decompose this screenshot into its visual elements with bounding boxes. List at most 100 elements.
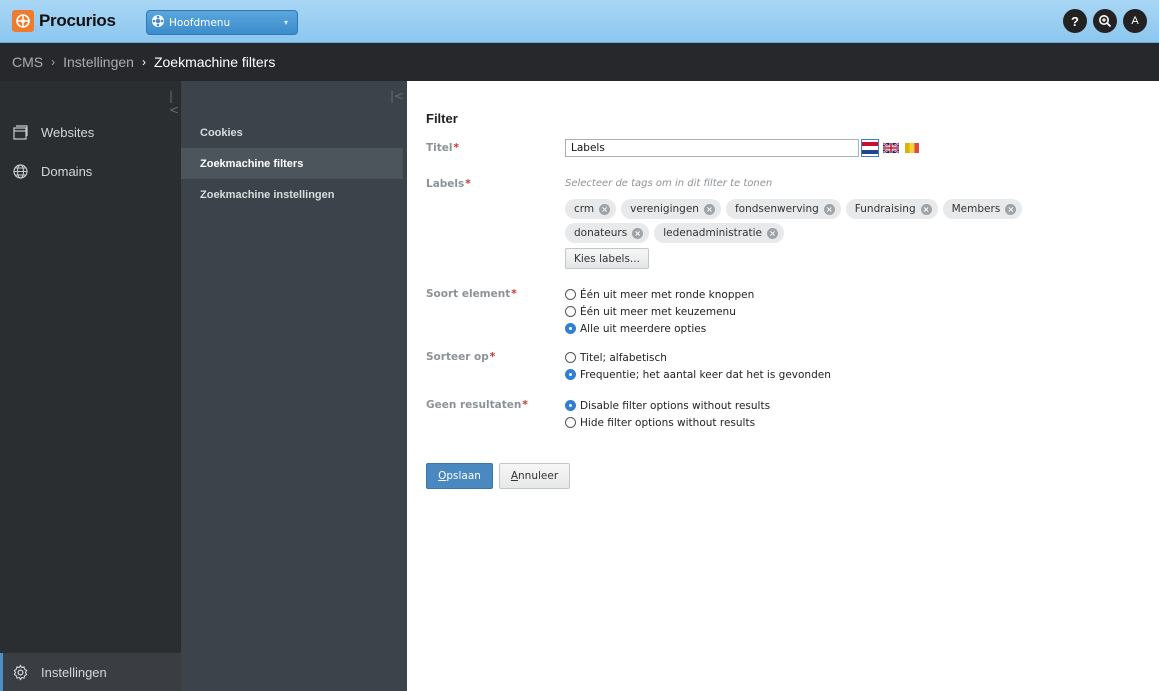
remove-tag-icon[interactable]: × — [823, 203, 835, 215]
avatar-letter: A — [1131, 15, 1139, 27]
section-title: Filter — [426, 111, 458, 126]
radio-unchecked[interactable] — [565, 306, 576, 317]
subnav-item-label: Zoekmachine filters — [200, 157, 304, 170]
field-label-text: Sorteer op — [426, 351, 489, 363]
radio-checked[interactable] — [565, 323, 576, 334]
geen-resultaten-options: Disable filter options without results H… — [565, 399, 770, 429]
tag: Members × — [942, 199, 1023, 219]
breadcrumb-separator: › — [141, 55, 146, 69]
subnav-item-label: Cookies — [200, 126, 243, 139]
subnav-item-cookies[interactable]: Cookies — [181, 117, 403, 148]
labels-tag-list: crm × verenigingen × fondsenwerving × Fundr… — [565, 199, 1105, 243]
remove-tag-icon[interactable]: × — [703, 203, 715, 215]
gear-icon — [11, 663, 29, 681]
save-label: pslaan — [446, 470, 481, 482]
dutch-flag-icon[interactable] — [861, 139, 879, 157]
collapse-subnav-icon[interactable]: |< — [390, 89, 404, 103]
uk-flag-icon[interactable] — [882, 140, 900, 156]
tag: fondsenwerving × — [725, 199, 841, 219]
save-accesskey: O — [438, 470, 447, 482]
main-content: Filter Titel* Labels* Selecteer de tags … — [407, 81, 1159, 691]
tag-label: Fundraising — [854, 203, 916, 215]
no-results-option-hide[interactable]: Hide filter options without results — [565, 416, 770, 429]
cancel-label: nnuleer — [518, 470, 559, 482]
field-label-text: Labels — [426, 178, 465, 190]
required-mark: * — [465, 178, 471, 190]
tag-label: ledenadministratie — [663, 227, 763, 239]
labels-label: Labels* — [426, 178, 471, 190]
brand-logo[interactable]: Procurios — [12, 9, 116, 33]
sidebar-item-label: Domains — [41, 163, 93, 179]
search-icon — [1099, 15, 1112, 28]
window-icon — [11, 123, 29, 141]
settings-subnav: |< Cookies Zoekmachine filters Zoekmachi… — [181, 81, 407, 691]
required-mark: * — [522, 399, 528, 411]
belgian-flag-icon[interactable] — [904, 140, 920, 156]
sort-option-frequency[interactable]: Frequentie; het aantal keer dat het is g… — [565, 368, 831, 381]
radio-unchecked[interactable] — [565, 289, 576, 300]
tag: crm × — [565, 199, 617, 219]
save-button[interactable]: Opslaan — [426, 463, 493, 489]
radio-unchecked[interactable] — [565, 417, 576, 428]
soort-option-dropdown[interactable]: Één uit meer met keuzemenu — [565, 305, 754, 318]
soort-option-multiple[interactable]: Alle uit meerdere opties — [565, 322, 754, 335]
required-mark: * — [453, 142, 460, 154]
question-icon: ? — [1071, 13, 1079, 29]
titel-input[interactable] — [565, 139, 859, 157]
radio-checked[interactable] — [565, 400, 576, 411]
remove-tag-icon[interactable]: × — [1005, 203, 1017, 215]
procurios-logo-icon — [12, 10, 34, 32]
soort-option-radio-buttons[interactable]: Één uit meer met ronde knoppen — [565, 288, 754, 301]
menu-wheel-icon — [151, 14, 165, 31]
subnav-item-zoekmachine-instellingen[interactable]: Zoekmachine instellingen — [181, 179, 403, 210]
breadcrumb-current: Zoekmachine filters — [153, 54, 276, 70]
remove-tag-icon[interactable]: × — [920, 203, 932, 215]
sidebar-item-websites[interactable]: Websites — [0, 113, 181, 151]
subnav-item-zoekmachine-filters[interactable]: Zoekmachine filters — [181, 148, 403, 179]
no-results-option-disable[interactable]: Disable filter options without results — [565, 399, 770, 412]
tag-label: fondsenwerving — [734, 203, 819, 215]
main-menu-select[interactable]: Hoofdmenu ▾ — [146, 10, 298, 35]
remove-tag-icon[interactable]: × — [599, 203, 611, 215]
chevron-down-icon: ▾ — [283, 17, 288, 27]
radio-label: Hide filter options without results — [580, 416, 756, 429]
sidebar-item-domains[interactable]: Domains — [0, 152, 181, 190]
remove-tag-icon[interactable]: × — [767, 227, 779, 239]
tag-label: Members — [951, 203, 1001, 215]
radio-checked[interactable] — [565, 369, 576, 380]
main-menu-label: Hoofdmenu — [169, 16, 231, 29]
help-button[interactable]: ? — [1063, 9, 1087, 33]
radio-label: Één uit meer met keuzemenu — [580, 305, 736, 318]
field-label-text: Soort element — [426, 288, 511, 300]
choose-labels-button[interactable]: Kies labels... — [565, 248, 649, 269]
radio-label: Alle uit meerdere opties — [580, 322, 707, 335]
breadcrumb: CMS › Instellingen › Zoekmachine filters — [0, 43, 1159, 81]
sidebar-item-instellingen[interactable]: Instellingen — [0, 653, 181, 691]
titel-label: Titel* — [426, 142, 459, 154]
cancel-button[interactable]: Annuleer — [499, 463, 570, 489]
radio-label: Één uit meer met ronde knoppen — [580, 288, 755, 301]
breadcrumb-separator: › — [51, 55, 56, 69]
remove-tag-icon[interactable]: × — [632, 227, 644, 239]
radio-label: Titel; alfabetisch — [580, 351, 667, 364]
tag: ledenadministratie × — [654, 223, 785, 243]
cancel-accesskey: A — [510, 470, 519, 482]
field-label-text: Titel — [426, 142, 453, 154]
radio-unchecked[interactable] — [565, 352, 576, 363]
radio-label: Frequentie; het aantal keer dat het is g… — [580, 368, 831, 381]
sort-option-alphabetical[interactable]: Titel; alfabetisch — [565, 351, 831, 364]
tag-label: donateurs — [574, 227, 628, 239]
avatar[interactable]: A — [1123, 9, 1147, 33]
sidebar-item-label: Instellingen — [41, 664, 107, 680]
tag: donateurs × — [565, 223, 650, 243]
search-button[interactable] — [1093, 9, 1117, 33]
required-mark: * — [511, 288, 517, 300]
labels-hint: Selecteer de tags om in dit filter te to… — [565, 178, 773, 189]
breadcrumb-instellingen[interactable]: Instellingen — [63, 54, 134, 70]
tag-label: crm — [574, 203, 595, 215]
breadcrumb-cms[interactable]: CMS — [12, 54, 43, 70]
sorteer-op-options: Titel; alfabetisch Frequentie; het aanta… — [565, 351, 831, 381]
required-mark: * — [489, 351, 496, 363]
language-flags — [861, 139, 920, 157]
sorteer-op-label: Sorteer op* — [426, 351, 495, 363]
